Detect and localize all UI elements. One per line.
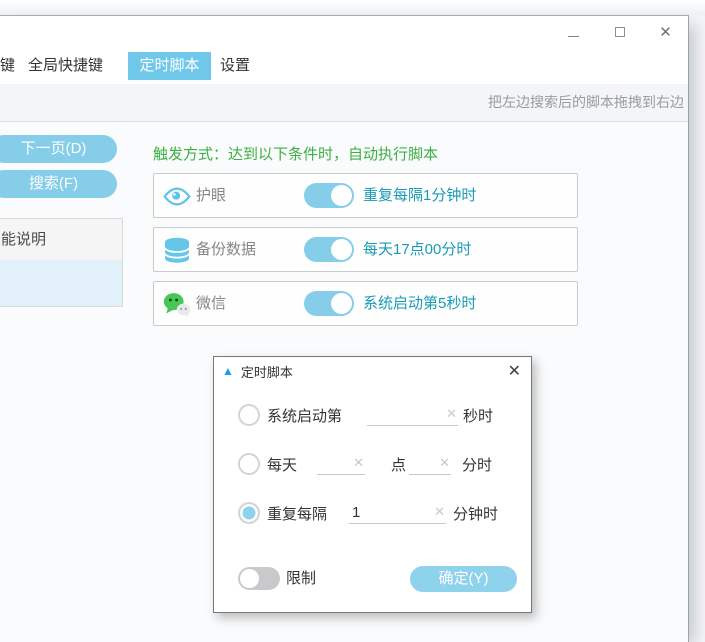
radio-daily[interactable] — [238, 453, 260, 475]
close-icon: ✕ — [659, 26, 672, 39]
clear-icon[interactable]: ✕ — [434, 504, 445, 520]
script-schedule: 重复每隔1分钟时 — [363, 174, 476, 217]
trigger-mode-title: 触发方式：达到以下条件时，自动执行脚本 — [153, 143, 438, 164]
search-button[interactable]: 搜索(F) — [0, 170, 117, 198]
database-icon — [163, 237, 191, 264]
option-prefix: 系统启动第 — [267, 405, 342, 426]
hour-input[interactable]: ✕ — [317, 453, 365, 475]
option-startup-seconds: 系统启动第 ✕ 秒时 — [238, 402, 493, 428]
option-mid-label: 点 — [391, 454, 406, 475]
sidebar-list: 能说明 — [0, 218, 123, 307]
drag-hint-text: 把左边搜索后的脚本拖拽到右边 — [488, 84, 684, 121]
radio-startup[interactable] — [238, 404, 260, 426]
tab-timed-scripts[interactable]: 定时脚本 — [128, 52, 211, 80]
script-name: 护眼 — [196, 174, 226, 217]
eye-icon — [163, 183, 191, 210]
app-logo-icon: ▲ — [222, 365, 234, 377]
script-row-wechat[interactable]: 微信 系统启动第5秒时 — [153, 281, 578, 326]
script-toggle-on[interactable] — [304, 183, 354, 208]
script-schedule: 每天17点00分时 — [363, 228, 471, 271]
script-row-backup[interactable]: 备份数据 每天17点00分时 — [153, 227, 578, 272]
timed-script-dialog: ▲ 定时脚本 ✕ 系统启动第 ✕ 秒时 每天 ✕ 点 — [213, 356, 532, 613]
tab-global-hotkeys[interactable]: 全局快捷键 — [28, 52, 103, 80]
minute-input[interactable]: ✕ — [409, 453, 451, 475]
interval-input[interactable]: 1 ✕ — [349, 502, 446, 524]
option-prefix: 每天 — [267, 454, 297, 475]
clear-icon[interactable]: ✕ — [446, 406, 457, 422]
clear-icon[interactable]: ✕ — [439, 455, 450, 471]
window-controls: ✕ — [567, 23, 672, 41]
radio-repeat-selected[interactable] — [238, 502, 260, 524]
minimize-button[interactable] — [567, 26, 580, 39]
option-suffix: 分钟时 — [453, 503, 498, 524]
app-window: ✕ 键 全局快捷键 定时脚本 设置 把左边搜索后的脚本拖拽到右边 下一页(D) … — [0, 15, 689, 642]
wechat-icon — [163, 291, 191, 318]
clear-icon[interactable]: ✕ — [353, 455, 364, 471]
dialog-titlebar: ▲ 定时脚本 ✕ — [214, 357, 531, 385]
ok-button[interactable]: 确定(Y) — [410, 566, 517, 592]
tab-settings[interactable]: 设置 — [220, 52, 250, 80]
option-suffix: 分时 — [462, 454, 492, 475]
option-prefix: 重复每隔 — [267, 503, 327, 524]
next-page-button[interactable]: 下一页(D) — [0, 135, 117, 163]
maximize-button[interactable] — [613, 26, 626, 39]
desktop-top-strip — [0, 0, 705, 15]
script-name: 备份数据 — [196, 228, 256, 271]
option-repeat-interval: 重复每隔 1 ✕ 分钟时 — [238, 500, 498, 526]
limit-label: 限制 — [286, 566, 316, 592]
list-item-selected[interactable] — [0, 260, 122, 306]
subheader-band: 把左边搜索后的脚本拖拽到右边 — [0, 84, 688, 122]
tab-hotkey-partial[interactable]: 键 — [0, 52, 15, 80]
seconds-input[interactable]: ✕ — [367, 404, 458, 426]
script-schedule: 系统启动第5秒时 — [363, 282, 476, 325]
dialog-close-button[interactable]: ✕ — [508, 361, 521, 381]
dialog-title: 定时脚本 — [241, 362, 293, 381]
minimize-icon — [568, 36, 579, 37]
list-item[interactable]: 能说明 — [0, 219, 122, 260]
script-toggle-on[interactable] — [304, 237, 354, 262]
script-name: 微信 — [196, 282, 226, 325]
script-row-eye-care[interactable]: 护眼 重复每隔1分钟时 — [153, 173, 578, 218]
option-suffix: 秒时 — [463, 405, 493, 426]
screen: ✕ 键 全局快捷键 定时脚本 设置 把左边搜索后的脚本拖拽到右边 下一页(D) … — [0, 0, 705, 642]
option-daily-time: 每天 ✕ 点 ✕ 分时 — [238, 451, 492, 477]
close-button[interactable]: ✕ — [659, 26, 672, 39]
script-toggle-on[interactable] — [304, 291, 354, 316]
dialog-footer: 限制 确定(Y) — [238, 566, 509, 592]
interval-value: 1 — [352, 504, 360, 521]
maximize-icon — [615, 27, 625, 37]
limit-toggle-off[interactable] — [238, 567, 280, 590]
